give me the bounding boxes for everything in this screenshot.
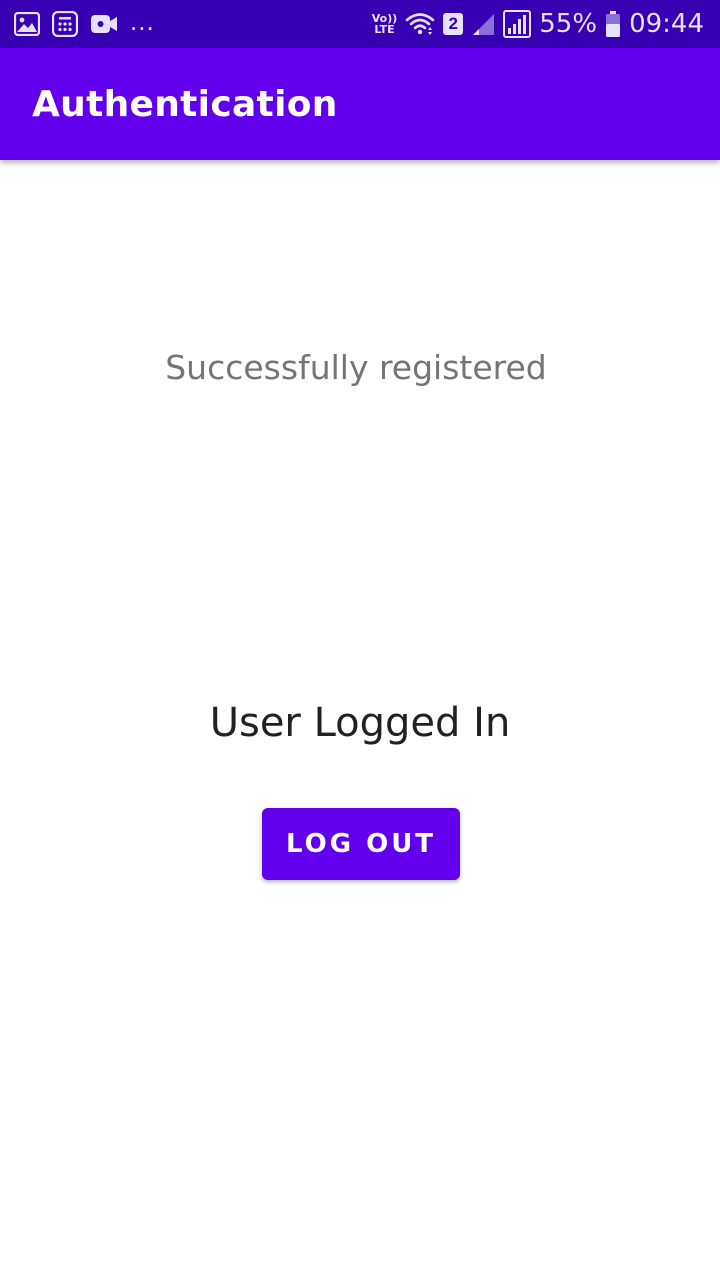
app-title: Authentication — [32, 84, 338, 125]
logout-button[interactable]: LOG OUT — [262, 808, 460, 880]
login-status: User Logged In — [209, 700, 511, 746]
video-icon — [90, 13, 118, 35]
battery-icon — [605, 10, 621, 38]
lte-label: LTE — [374, 23, 395, 36]
battery-percent: 55% — [539, 9, 598, 39]
status-bar: ... Vo)) LTE 2 55% 09:44 — [0, 0, 720, 48]
volte-icon: Vo)) LTE — [372, 13, 398, 35]
gallery-icon — [14, 12, 40, 36]
signal-weak-icon — [471, 12, 495, 36]
app-bar: Authentication — [0, 48, 720, 160]
clock: 09:44 — [629, 9, 704, 39]
wifi-icon — [405, 11, 435, 37]
sim-slot-badge: 2 — [443, 13, 464, 35]
signal-strength-icon — [503, 10, 532, 38]
system-icons: Vo)) LTE 2 55% 09:44 — [372, 8, 704, 40]
calculator-icon — [52, 11, 78, 37]
registration-message: Successfully registered — [165, 348, 547, 387]
screen: ... Vo)) LTE 2 55% 09:44 Authentication … — [0, 0, 720, 1280]
more-notifications: ... — [130, 6, 155, 36]
notification-icons: ... — [14, 6, 155, 38]
